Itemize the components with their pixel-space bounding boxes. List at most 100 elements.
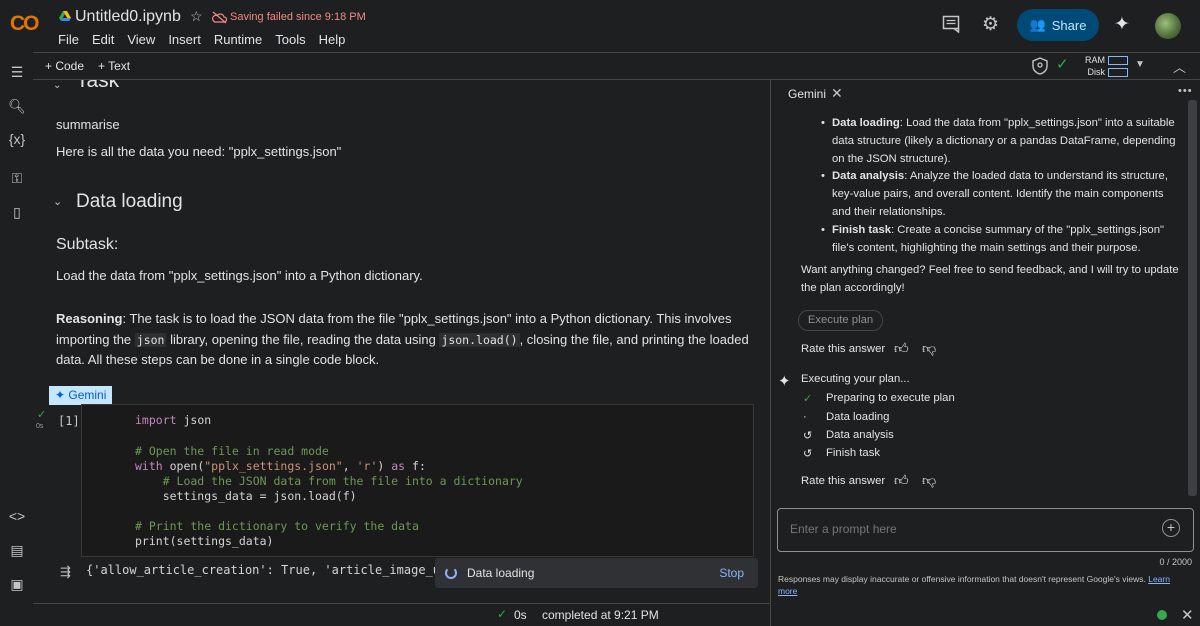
thumbs-down-icon[interactable]: 👎︎ [922, 472, 936, 489]
pending-history-icon: ↺ [803, 448, 813, 460]
step-label: Finish task [826, 447, 880, 459]
menu-insert[interactable]: Insert [168, 32, 201, 47]
status-dot-icon [1157, 610, 1167, 620]
thumbs-down-icon[interactable]: 👎︎ [922, 340, 936, 357]
menu-help[interactable]: Help [319, 32, 346, 47]
people-icon: 👥 [1029, 17, 1046, 32]
data-loading-heading: Data loading [76, 191, 183, 212]
chevron-down-icon[interactable]: ▼ [1135, 59, 1145, 70]
menu-view[interactable]: View [127, 32, 155, 47]
top-header: CO Untitled0.ipynb ☆ Saving failed since… [0, 0, 1200, 52]
menu-runtime[interactable]: Runtime [214, 32, 262, 47]
user-avatar[interactable] [1155, 13, 1181, 39]
collapse-chevron-icon[interactable]: ⌄ [53, 195, 62, 208]
files-folder-icon[interactable]: ▯ [6, 204, 28, 221]
reasoning-paragraph: Reasoning: The task is to load the JSON … [56, 311, 749, 367]
thumbs-up-icon[interactable]: 👍︎ [894, 340, 909, 357]
plan-item: Finish task: Create a concise summary of… [800, 222, 1185, 258]
step-label: Data loading [826, 411, 890, 423]
code-line: print(settings_data) [135, 534, 274, 548]
gemini-cell-chip[interactable]: ✦ Gemini [49, 386, 113, 405]
share-label: Share [1051, 17, 1087, 33]
save-status-text[interactable]: Saving failed since 9:18 PM [230, 11, 366, 23]
feedback-text: Want anything changed? Feel free to send… [801, 264, 1179, 294]
summarise-text: summarise [56, 117, 120, 132]
connected-check-icon: ✓ [1056, 56, 1069, 73]
terminal-icon[interactable]: ▣ [6, 576, 28, 593]
notebook-title[interactable]: Untitled0.ipynb [75, 8, 181, 26]
plan-item: Data loading: Load the data from "pplx_s… [800, 115, 1185, 168]
char-count: 0 / 2000 [1159, 557, 1192, 567]
add-circle-icon[interactable]: + [1162, 519, 1180, 537]
rate-answer-label: Rate this answer [801, 475, 886, 487]
thumbs-up-icon[interactable]: 👍︎ [894, 472, 909, 489]
panel-tab-gemini[interactable]: Gemini [788, 87, 826, 101]
disclaimer-text: Responses may display inaccurate or offe… [778, 574, 1170, 596]
shield-icon[interactable] [1032, 57, 1048, 75]
cloud-off-icon [212, 11, 227, 24]
pending-history-icon: ↺ [803, 430, 813, 442]
more-options-icon[interactable]: ••• [1178, 85, 1193, 97]
add-code-button[interactable]: + Code [45, 59, 84, 73]
panel-scrollbar[interactable] [1188, 100, 1197, 496]
comment-icon[interactable] [942, 15, 960, 33]
rate-answer-label: Rate this answer [801, 343, 886, 355]
variables-icon[interactable]: {x} [6, 131, 28, 147]
code-line: import json [135, 413, 212, 427]
settings-gear-icon[interactable]: ⚙ [982, 13, 999, 36]
menu-edit[interactable]: Edit [92, 32, 114, 47]
share-button[interactable]: 👥 Share [1017, 9, 1099, 41]
status-completed-text[interactable]: completed at 9:21 PM [542, 608, 659, 622]
prompt-input[interactable] [790, 522, 1150, 536]
menu-file[interactable]: File [58, 32, 79, 47]
secrets-key-icon[interactable]: ⚿ [6, 170, 28, 187]
check-circle-icon: ✓ [803, 393, 813, 405]
collapse-chevron-icon[interactable]: ⌄ [53, 80, 61, 91]
toast-status-text: Data loading [467, 566, 535, 580]
disk-label: Disk [1087, 67, 1106, 77]
cell-run-check-icon[interactable]: ✓ [37, 408, 46, 421]
star-icon[interactable]: ☆ [190, 8, 203, 25]
execution-toast: Data loading Stop [435, 558, 758, 588]
step-label: Data analysis [826, 429, 894, 441]
code-line: with open("pplx_settings.json", 'r') as … [135, 459, 426, 473]
subtask-text: Load the data from "pplx_settings.json" … [56, 268, 423, 283]
command-palette-icon[interactable]: ▤ [6, 542, 28, 559]
status-bar: ✓ 0s completed at 9:21 PM [33, 603, 770, 626]
code-comment-line: # Print the dictionary to verify the dat… [135, 519, 419, 533]
gemini-panel: Gemini ✕ ••• Data loading: Load the data… [771, 80, 1200, 626]
colab-logo[interactable]: CO [10, 12, 39, 36]
google-drive-icon [59, 11, 71, 21]
table-of-contents-icon[interactable]: ☰ [6, 64, 28, 81]
code-cell[interactable]: import json # Open the file in read mode… [81, 404, 754, 557]
execute-plan-button[interactable]: Execute plan [798, 310, 883, 331]
chevron-up-icon[interactable]: ︿ [1173, 57, 1186, 76]
find-replace-icon[interactable]: 🔍︎ [6, 98, 28, 115]
menu-tools[interactable]: Tools [275, 32, 305, 47]
disk-meter[interactable] [1108, 68, 1128, 77]
in-progress-dot-icon: · [803, 411, 807, 423]
cell-execution-count: [1] [58, 414, 80, 428]
task-heading: Task [76, 80, 120, 92]
gemini-sparkle-icon[interactable]: ✦ [1114, 13, 1130, 36]
plan-list: Data loading: Load the data from "pplx_s… [800, 115, 1185, 257]
close-icon[interactable]: ✕ [831, 85, 843, 102]
executing-label: Executing your plan... [801, 373, 910, 385]
cell-output-text: {'allow_article_creation': True, 'articl… [86, 563, 436, 577]
notebook-toolbar: + Code + Text ✓ RAM Disk ▼ ︿ [33, 52, 1200, 80]
prompt-box[interactable]: + [777, 508, 1194, 552]
plan-item: Data analysis: Analyze the loaded data t… [800, 168, 1185, 221]
notebook-area: ⌄ Task summarise Here is all the data yo… [33, 80, 770, 603]
output-actions-icon[interactable]: ⇶ [60, 564, 71, 580]
subtask-heading: Subtask: [56, 236, 119, 253]
status-elapsed[interactable]: 0s [514, 608, 527, 622]
code-snippets-icon[interactable]: <> [6, 508, 28, 524]
code-comment-line: # Open the file in read mode [135, 444, 329, 458]
ram-meter[interactable] [1108, 56, 1128, 65]
left-rail: ☰ 🔍︎ {x} ⚿ ▯ <> ▤ ▣ [0, 52, 33, 626]
stop-button[interactable]: Stop [719, 566, 744, 580]
data-line-text: Here is all the data you need: "pplx_set… [56, 144, 342, 159]
close-icon[interactable]: ✕ [1181, 606, 1194, 624]
ram-label: RAM [1085, 55, 1105, 65]
add-text-button[interactable]: + Text [98, 59, 130, 73]
